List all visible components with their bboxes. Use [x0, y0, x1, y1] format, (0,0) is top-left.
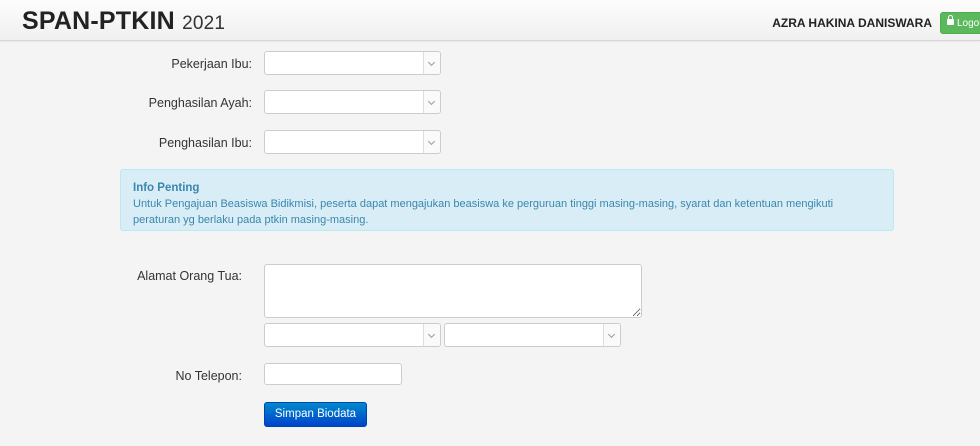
brand-year: 2021: [182, 13, 226, 34]
provinsi-select[interactable]: [264, 323, 441, 347]
telepon-label: No Telepon:: [175, 369, 243, 383]
logout-label: Logout: [957, 18, 980, 29]
logout-button[interactable]: Logout: [940, 12, 980, 34]
penghasilan-ibu-select[interactable]: [264, 130, 441, 154]
chevron-down-icon: [423, 324, 440, 346]
info-title: Info Penting: [133, 182, 200, 194]
telepon-input[interactable]: [264, 363, 402, 385]
penghasilan-ayah-select[interactable]: [264, 90, 441, 114]
brand-name: SPAN-PTKIN: [22, 7, 175, 35]
alamat-textarea[interactable]: [264, 264, 642, 318]
penghasilan-ayah-label: Penghasilan Ayah:: [148, 96, 252, 110]
save-button[interactable]: Simpan Biodata: [264, 402, 367, 427]
chevron-down-icon: [603, 324, 620, 346]
lock-icon: [947, 15, 954, 26]
top-navbar: SPAN-PTKIN 2021 AZRA HAKINA DANISWARA Lo…: [0, 0, 980, 41]
info-alert: Info Penting Untuk Pengajuan Beasiswa Bi…: [120, 169, 894, 231]
kabupaten-select[interactable]: [444, 323, 621, 347]
brand-logo[interactable]: SPAN-PTKIN 2021: [22, 7, 225, 36]
info-body: Untuk Pengajuan Beasiswa Bidikmisi, pese…: [133, 198, 834, 226]
pekerjaan-ibu-select[interactable]: [264, 51, 441, 75]
chevron-down-icon: [423, 52, 440, 74]
chevron-down-icon: [423, 91, 440, 113]
alamat-label: Alamat Orang Tua:: [137, 269, 242, 283]
chevron-down-icon: [423, 131, 440, 153]
penghasilan-ibu-label: Penghasilan Ibu:: [158, 136, 252, 150]
pekerjaan-ibu-label: Pekerjaan Ibu:: [171, 57, 252, 71]
user-name: AZRA HAKINA DANISWARA: [772, 16, 932, 30]
